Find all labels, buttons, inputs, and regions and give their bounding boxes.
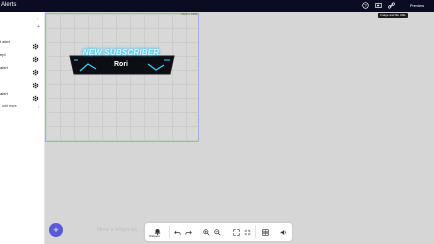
- top-bar: Alerts ? Preview: [0, 0, 434, 12]
- sidebar-item-label: t alert: [0, 39, 11, 44]
- add-icon[interactable]: +: [37, 24, 40, 30]
- preview-button[interactable]: Preview: [402, 1, 432, 10]
- screen-icon[interactable]: [375, 2, 382, 9]
- alert-widget[interactable]: NEW SUBSCRIBER Rori: [66, 48, 176, 75]
- divider: [255, 226, 256, 238]
- add-alert-label: add more: [2, 104, 17, 108]
- toolbar-label: Widgets: [149, 234, 160, 238]
- gear-icon[interactable]: [32, 89, 39, 102]
- canvas-size-label: 1920 x 1080: [181, 12, 198, 16]
- alert-title: NEW SUBSCRIBER: [82, 48, 160, 57]
- zoom-out-icon[interactable]: [212, 227, 222, 237]
- add-alert-link[interactable]: add more ›: [2, 104, 42, 110]
- zoom-in-icon[interactable]: [201, 227, 211, 237]
- sidebar-item-label: alert: [0, 91, 8, 96]
- gear-icon[interactable]: [32, 50, 39, 63]
- chevron-right-icon: ›: [38, 104, 40, 109]
- add-widget-button[interactable]: +: [49, 223, 63, 237]
- grid-icon[interactable]: [260, 227, 270, 237]
- sidebar: › + t alert ept alert alert add more ›: [0, 12, 45, 244]
- sidebar-item-1[interactable]: t alert: [0, 37, 44, 50]
- bottom-toolbar: Widgets: [145, 223, 292, 241]
- chevron-right-icon[interactable]: ›: [37, 16, 38, 21]
- sidebar-item-label: alert: [0, 65, 8, 70]
- fullscreen-icon[interactable]: [231, 227, 241, 237]
- sidebar-item-3[interactable]: alert: [0, 63, 44, 76]
- gear-icon[interactable]: [32, 76, 39, 89]
- tooltip: Image and file URL: [378, 13, 408, 18]
- move-hint-text: Move a widget wit: [97, 227, 137, 233]
- sidebar-item-4[interactable]: [0, 76, 44, 89]
- fit-screen-icon[interactable]: [242, 227, 252, 237]
- redo-icon[interactable]: [183, 227, 193, 237]
- alert-username: Rori: [114, 61, 128, 68]
- canvas-frame[interactable]: [45, 13, 199, 142]
- svg-text:?: ?: [364, 3, 367, 8]
- divider: [169, 226, 170, 238]
- app-title: Alerts: [1, 2, 17, 8]
- gear-icon[interactable]: [32, 63, 39, 76]
- sidebar-item-label: ept: [0, 52, 6, 57]
- sidebar-item-2[interactable]: ept: [0, 50, 44, 63]
- sidebar-item-5[interactable]: alert: [0, 89, 44, 102]
- gear-icon[interactable]: [32, 37, 39, 50]
- volume-icon[interactable]: [278, 227, 288, 237]
- help-icon[interactable]: ?: [362, 2, 369, 9]
- link-icon[interactable]: [388, 2, 395, 9]
- undo-icon[interactable]: [172, 227, 182, 237]
